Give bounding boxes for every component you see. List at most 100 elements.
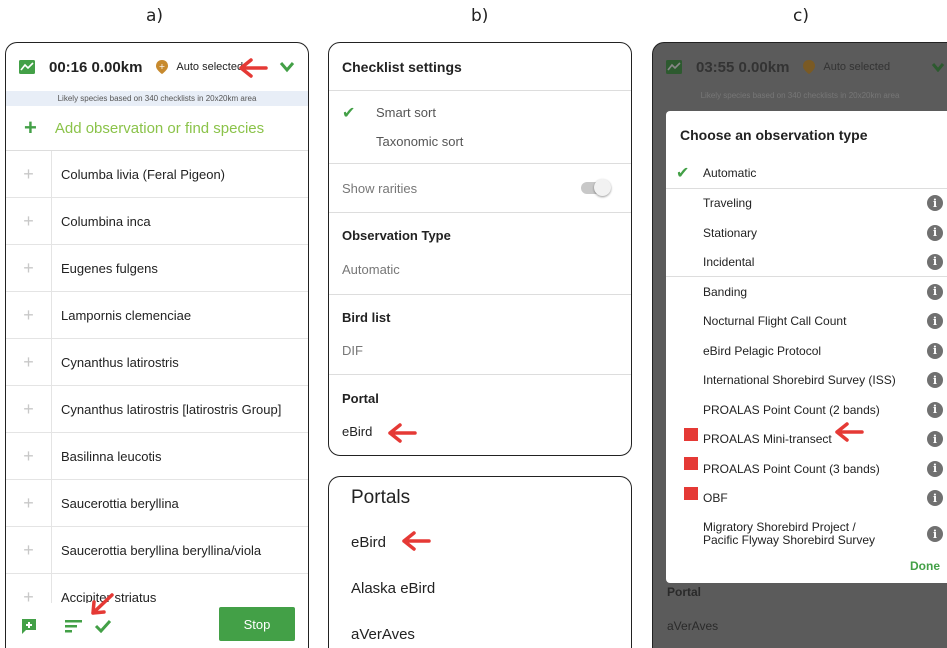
info-icon[interactable]: i [927,526,943,542]
arrow-icon [239,58,268,78]
info-icon[interactable]: i [927,460,943,477]
time-distance: 00:16 0.00km [49,58,143,76]
location-pin-icon [803,60,816,74]
add-observation-input[interactable]: Add observation or find species [55,120,264,137]
bg-portal-title: Portal [667,585,702,599]
info-icon[interactable]: i [927,224,943,241]
option-traveling[interactable]: Traveling i [666,189,947,219]
arrow-icon [402,531,431,551]
arrow-icon [835,422,864,442]
add-observation-row[interactable]: + Add observation or find species [6,106,308,151]
settings-header: Checklist settings [329,43,631,91]
plus-icon[interactable]: + [6,386,52,432]
option-migratory-shorebird-project[interactable]: Migratory Shorebird Project / Pacific Fl… [666,513,947,555]
portal-option-ebird[interactable]: eBird [329,519,631,565]
list-item[interactable]: + Columba livia (Feral Pigeon) [6,151,308,198]
option-obf[interactable]: OBF i [666,484,947,514]
option-proalas-mini-transect[interactable]: PROALAS Mini-transect i [666,425,947,455]
list-item[interactable]: + Saucerottia beryllina [6,480,308,527]
checkmark-icon: ✔ [676,165,690,183]
panel-label-c: c) [793,6,809,26]
info-icon[interactable]: i [927,283,943,300]
plus-icon[interactable]: + [6,151,52,197]
portal-row[interactable]: Portal eBird [329,374,631,454]
plus-icon[interactable]: + [6,339,52,385]
taxonomic-sort-option[interactable]: Taxonomic sort [329,127,631,156]
info-icon[interactable]: i [927,431,943,448]
option-nocturnal-flight-call-count[interactable]: Nocturnal Flight Call Count i [666,307,947,337]
show-rarities-toggle[interactable] [581,179,611,196]
map-icon [666,60,682,74]
info-icon[interactable]: i [927,372,943,389]
option-banding[interactable]: Banding i [666,277,947,307]
info-icon[interactable]: i [927,490,943,507]
bird-list-row[interactable]: Bird list DIF [329,294,631,374]
list-item[interactable]: + Cynanthus latirostris [6,339,308,386]
add-note-icon[interactable] [20,617,38,635]
list-item[interactable]: + Lampornis clemenciae [6,292,308,339]
auto-selected-label[interactable]: Auto selected [176,61,243,73]
time-distance: 03:55 0.00km [696,58,790,76]
arrow-icon [91,593,114,615]
chevron-down-icon[interactable] [279,61,295,73]
top-bar: 03:55 0.00km Auto selected [653,43,947,91]
list-item[interactable]: + Columbina inca [6,198,308,245]
info-icon[interactable]: i [927,342,943,359]
stop-button[interactable]: Stop [219,607,295,641]
portal-option-alaska-ebird[interactable]: Alaska eBird [329,565,631,611]
list-item[interactable]: + Saucerottia beryllina beryllina/viola [6,527,308,574]
checkmark-icon[interactable] [94,619,112,633]
option-incidental[interactable]: Incidental i [666,248,947,277]
plus-icon[interactable]: + [6,245,52,291]
red-marker [684,427,698,441]
observation-type-dialog: Choose an observation type ✔ Automatic T… [666,111,947,583]
list-item[interactable]: + Cynanthus latirostris [latirostris Grou… [6,386,308,433]
plus-icon[interactable]: + [6,527,52,573]
observation-type-screen: 03:55 0.00km Auto selected Likely specie… [652,42,947,648]
option-international-shorebird-survey[interactable]: International Shorebird Survey (ISS) i [666,366,947,396]
portals-dialog: Portals eBird Alaska eBird aVerAves [328,476,632,648]
option-proalas-point-count-2-bands[interactable]: PROALAS Point Count (2 bands) i [666,395,947,425]
plus-icon[interactable]: + [6,198,52,244]
location-pin-icon: + [156,60,169,74]
option-automatic[interactable]: ✔ Automatic [666,159,947,189]
plus-icon[interactable]: + [6,433,52,479]
option-proalas-point-count-3-bands[interactable]: PROALAS Point Count (3 bands) i [666,454,947,484]
panel-label-a: a) [146,6,164,26]
done-button[interactable]: Done [910,559,940,573]
list-item[interactable]: + Basilinna leucotis [6,433,308,480]
info-icon[interactable]: i [927,401,943,418]
plus-icon[interactable]: + [24,115,37,141]
auto-selected-label: Auto selected [823,61,891,73]
info-icon[interactable]: i [927,253,943,270]
smart-sort-option[interactable]: ✔ Smart sort [329,98,631,127]
portal-option-averaves[interactable]: aVerAves [329,611,631,648]
svg-text:+: + [159,62,166,71]
species-list: + Columba livia (Feral Pigeon) + Columbina… [6,151,308,621]
info-icon[interactable]: i [927,195,943,212]
checklist-screen: 00:16 0.00km + Auto selected Likely spec… [5,42,309,648]
plus-icon[interactable]: + [6,292,52,338]
bottom-toolbar: Stop [6,603,308,648]
info-icon[interactable]: i [927,313,943,330]
list-item[interactable]: + Eugenes fulgens [6,245,308,292]
checklist-settings-screen: Checklist settings ✔ Smart sort Taxonomi… [328,42,632,456]
checkmark-icon: ✔ [342,104,356,122]
chevron-down-icon [931,63,945,72]
show-rarities-row[interactable]: Show rarities [329,163,631,212]
red-marker [684,486,698,500]
panel-label-b: b) [471,6,489,26]
option-stationary[interactable]: Stationary i [666,218,947,248]
dialog-title: Choose an observation type [680,127,868,143]
bg-portal-value: aVerAves [667,619,719,633]
sort-icon[interactable] [64,618,84,634]
arrow-icon [388,423,417,443]
red-marker [684,457,698,470]
map-icon[interactable] [18,58,36,76]
observation-type-row[interactable]: Observation Type Automatic [329,212,631,294]
portals-title: Portals [351,487,411,508]
likely-species-note: Likely species based on 340 checklists i… [700,91,900,100]
likely-species-note: Likely species based on 340 checklists i… [6,91,308,106]
option-ebird-pelagic-protocol[interactable]: eBird Pelagic Protocol i [666,336,947,366]
plus-icon[interactable]: + [6,480,52,526]
